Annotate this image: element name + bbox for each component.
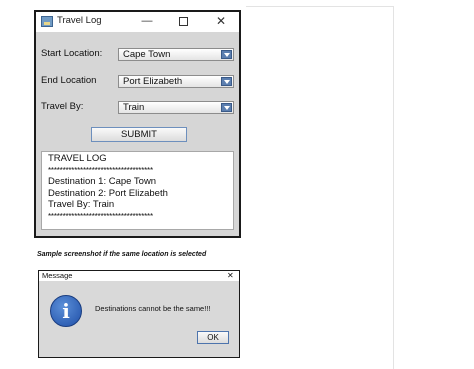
start-location-label: Start Location:	[41, 48, 103, 59]
window-title: Travel Log	[57, 15, 102, 26]
log-travel-by: Travel By: Train	[48, 199, 115, 211]
dialog-close-button[interactable]: ✕	[227, 271, 234, 281]
minimize-button[interactable]: —	[140, 13, 154, 29]
info-icon: i	[50, 295, 82, 327]
message-dialog: Message ✕ i Destinations cannot be the s…	[38, 270, 240, 358]
dialog-title: Message	[42, 271, 73, 280]
end-location-select[interactable]: Port Elizabeth	[118, 75, 234, 88]
log-separator: ************************************	[48, 165, 153, 175]
travel-by-value: Train	[123, 102, 145, 113]
log-heading: TRAVEL LOG	[48, 153, 107, 164]
log-destination-2: Destination 2: Port Elizabeth	[48, 187, 168, 199]
travel-log-window: Travel Log — ✕ Start Location: Cape Town…	[34, 10, 241, 238]
close-button[interactable]: ✕	[214, 13, 228, 29]
chevron-down-icon[interactable]	[221, 77, 232, 86]
end-location-label: End Location	[41, 75, 97, 86]
travel-by-label: Travel By:	[41, 101, 84, 112]
end-location-value: Port Elizabeth	[123, 76, 183, 87]
window-titlebar[interactable]: Travel Log — ✕	[36, 12, 239, 32]
log-destination-1: Destination 1: Cape Town	[48, 176, 157, 188]
page-border-top	[246, 6, 394, 7]
page-border-right	[393, 6, 394, 369]
dialog-message: Destinations cannot be the same!!!	[95, 304, 211, 313]
chevron-down-icon[interactable]	[221, 103, 232, 112]
screenshot-caption: Sample screenshot if the same location i…	[37, 251, 207, 258]
submit-button[interactable]: SUBMIT	[91, 127, 187, 142]
chevron-down-icon[interactable]	[221, 50, 232, 59]
ok-button[interactable]: OK	[197, 331, 229, 344]
travel-by-select[interactable]: Train	[118, 101, 234, 114]
start-location-value: Cape Town	[123, 49, 171, 60]
travel-log-output[interactable]: TRAVEL LOG *****************************…	[41, 151, 234, 230]
start-location-select[interactable]: Cape Town	[118, 48, 234, 61]
dialog-titlebar[interactable]: Message ✕	[39, 271, 239, 281]
java-app-icon	[41, 16, 53, 27]
log-separator-bottom: ************************************	[48, 211, 153, 221]
